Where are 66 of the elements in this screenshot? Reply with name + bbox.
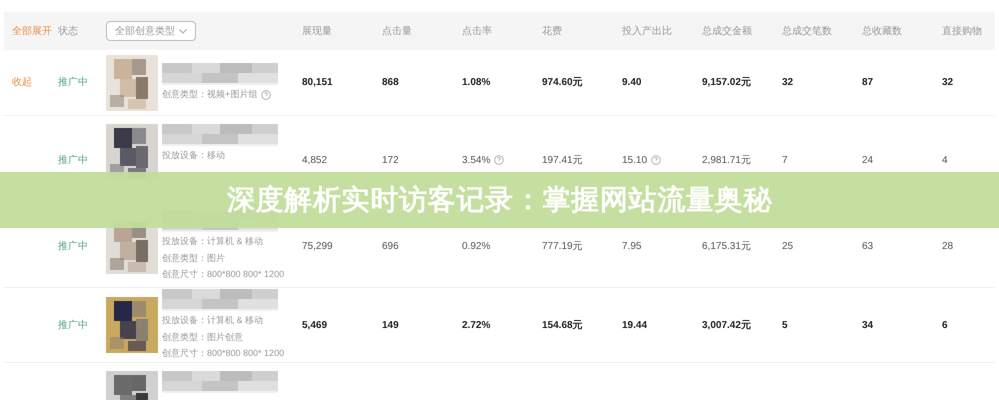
- table-cell-text: 7.95: [622, 240, 642, 254]
- table-cell-text: 5,469: [302, 318, 328, 332]
- banner-title: 深度解析实时访客记录：掌握网站流量奥秘: [226, 183, 772, 217]
- creative-detail: 投放设备：计算机 & 移动: [162, 314, 264, 328]
- column-header: 点击率: [462, 26, 492, 36]
- table-cell-text: 24: [862, 154, 874, 168]
- creative-detail: 创意类型：图片: [162, 252, 225, 265]
- table-cell-text: 197.41元: [542, 154, 583, 168]
- status-text: 推广中: [58, 154, 88, 166]
- table-cell-text: 63: [862, 240, 874, 254]
- creative-detail: 创意类型：图片创意: [162, 330, 243, 344]
- creative-detail: 投放设备：移动: [162, 149, 225, 162]
- table-cell-text: 4,852: [302, 154, 328, 168]
- help-icon[interactable]: [651, 155, 662, 165]
- table-cell-text: 9,157.02元: [702, 76, 751, 90]
- help-icon[interactable]: [261, 90, 272, 100]
- creative-detail: 创意尺寸：800*800 800* 1200: [162, 347, 284, 360]
- column-header: 投入产出比: [622, 26, 672, 36]
- table-cell-text: 5: [782, 318, 788, 332]
- column-header: 总成交笔数: [782, 26, 832, 36]
- table-cell-text: 7: [782, 154, 788, 168]
- expand-all-link[interactable]: 全部展开: [4, 26, 52, 36]
- column-header: 状态: [58, 26, 78, 36]
- table-cell-text: 3,007.42元: [702, 318, 751, 332]
- table-cell-text: 6: [942, 318, 948, 332]
- table-cell-text: 696: [382, 240, 399, 254]
- table-cell-text: 4: [942, 154, 948, 168]
- table-cell-text: 777.19元: [542, 240, 583, 254]
- status-text: 推广中: [58, 320, 88, 330]
- table-cell-text: 32: [782, 76, 794, 90]
- status-text: 推广中: [58, 240, 88, 252]
- column-header: 花费: [542, 26, 562, 36]
- column-header: 总收藏数: [862, 26, 902, 36]
- creative-detail: 创意尺寸：800*800 800* 1200: [162, 268, 284, 282]
- collapse-link[interactable]: 收起: [4, 77, 32, 88]
- table-cell-text: 34: [862, 318, 874, 332]
- table-cell-text: 9.40: [622, 76, 642, 90]
- table-cell-text: 25: [782, 240, 794, 254]
- chevron-down-icon: [179, 28, 187, 34]
- table-cell-text: 154.68元: [542, 318, 583, 332]
- table-cell-text: 149: [382, 318, 399, 332]
- table-cell-text: 0.92%: [462, 240, 490, 254]
- table-cell-text: 75,299: [302, 240, 333, 254]
- column-header: 展现量: [302, 26, 332, 36]
- column-header: 直接购物: [942, 26, 982, 36]
- creative-detail: 创意类型：视频+图片组: [162, 88, 258, 102]
- table-cell-text: 2,981.71元: [702, 154, 751, 168]
- table-cell-text: 172: [382, 154, 399, 168]
- table-cell-text: 974.60元: [542, 76, 583, 90]
- table-cell-text: 28: [942, 240, 954, 254]
- table-cell-text: 1.08%: [462, 76, 490, 90]
- creative-detail: 投放设备：计算机 & 移动: [162, 235, 264, 248]
- table-cell-text: 87: [862, 76, 874, 90]
- column-header: 总成交金额: [702, 26, 752, 36]
- table-cell-text: 2.72%: [462, 318, 490, 332]
- column-header: 点击量: [382, 26, 412, 36]
- table-cell-text: 19.44: [622, 318, 648, 332]
- table-cell-text: 32: [942, 76, 954, 90]
- creative-type-dropdown[interactable]: 全部创意类型: [106, 21, 196, 41]
- help-icon[interactable]: [494, 155, 504, 165]
- table-cell-text: 80,151: [302, 76, 333, 90]
- table-cell-text: 15.10: [622, 154, 648, 168]
- table-cell-text: 868: [382, 76, 399, 90]
- status-text: 推广中: [58, 77, 88, 88]
- table-cell-text: 3.54%: [462, 154, 490, 168]
- table-cell-text: 6,175.31元: [702, 240, 751, 254]
